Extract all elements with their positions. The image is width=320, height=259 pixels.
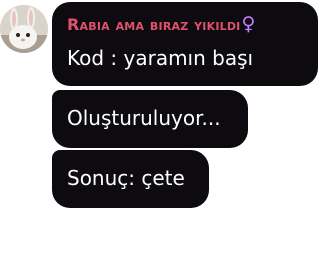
message-bubble-1[interactable]: Rabia ama biraz yıkıldı ♀ Kod : yaramın …	[52, 2, 318, 86]
message-bubble-2[interactable]: Oluşturuluyor...	[52, 90, 248, 148]
message-text: Oluşturuluyor...	[67, 106, 221, 130]
message-author[interactable]: Rabia ama biraz yıkıldı ♀	[67, 13, 256, 35]
message-text: Sonuç: çete	[67, 166, 185, 190]
user-avatar[interactable]	[0, 5, 48, 53]
message-bubble-3[interactable]: Sonuç: çete	[52, 150, 209, 208]
message-text: Kod : yaramın başı	[67, 46, 254, 70]
author-name: Rabia ama biraz yıkıldı	[67, 15, 241, 34]
bunny-avatar-image	[0, 5, 48, 53]
female-sign-icon: ♀	[241, 13, 256, 35]
